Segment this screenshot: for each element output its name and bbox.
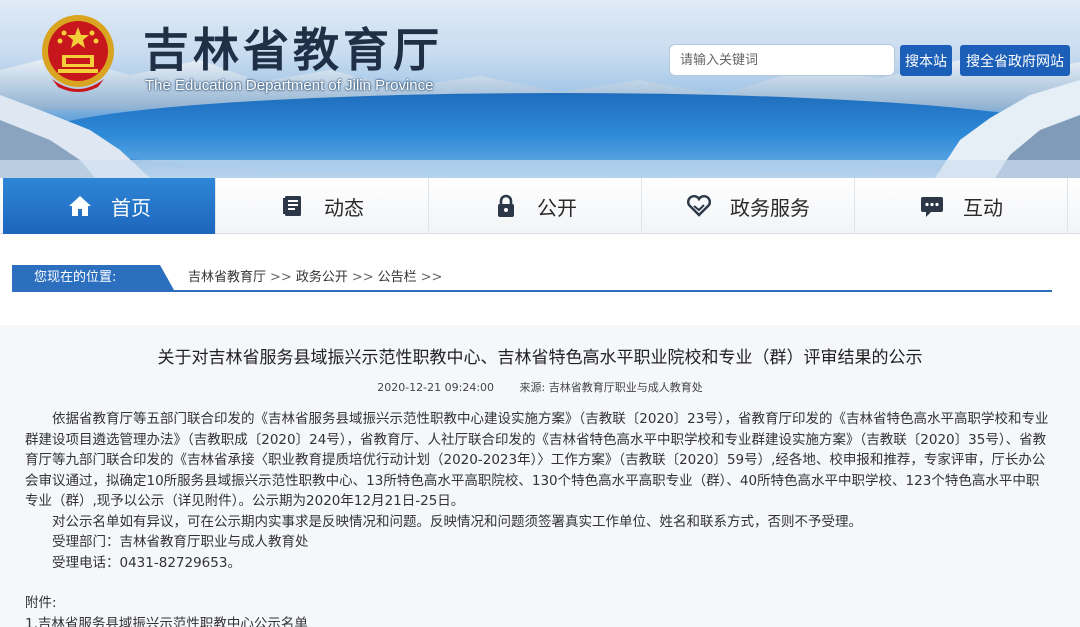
chat-icon — [921, 197, 943, 217]
attachments-label: 附件: — [25, 595, 57, 611]
breadcrumb-link-public[interactable]: 政务公开 — [296, 270, 348, 285]
search-input[interactable] — [669, 44, 895, 76]
article-paragraph: 依据省教育厅等五部门联合印发的《吉林省服务县域振兴示范性职教中心建设实施方案》（… — [25, 411, 1049, 509]
article-source: 吉林省教育厅职业与成人教育处 — [548, 381, 703, 394]
article-body: 依据省教育厅等五部门联合印发的《吉林省服务县域振兴示范性职教中心建设实施方案》（… — [25, 409, 1050, 627]
site-title: 吉林省教育厅 — [143, 23, 443, 77]
main-nav: 首页 动态 公开 政务服务 互动 — [0, 178, 1080, 234]
header-banner: 吉林省教育厅 The Education Department of Jilin… — [0, 0, 1080, 178]
breadcrumb-separator: >> — [270, 270, 292, 285]
document-icon — [283, 196, 301, 216]
nav-item-label: 互动 — [963, 195, 1003, 220]
site-subtitle: The Education Department of Jilin Provin… — [145, 77, 434, 94]
breadcrumb-link-home[interactable]: 吉林省教育厅 — [188, 270, 266, 285]
home-icon — [69, 196, 91, 216]
article-date: 2020-12-21 09:24:00 — [377, 381, 495, 394]
nav-item-public[interactable]: 公开 — [429, 178, 642, 234]
attachment-link[interactable]: 1.吉林省服务县域振兴示范性职教中心公示名单 — [25, 616, 308, 627]
lock-icon — [498, 194, 514, 217]
breadcrumb-trail: 吉林省教育厅 >> 政务公开 >> 公告栏 >> — [188, 265, 446, 290]
nav-item-news[interactable]: 动态 — [216, 178, 429, 234]
nav-item-label: 首页 — [111, 195, 151, 220]
nav-item-label: 动态 — [324, 195, 364, 220]
breadcrumb-link-notices[interactable]: 公告栏 — [378, 270, 417, 285]
search-gov-button[interactable]: 搜全省政府网站 — [960, 45, 1070, 76]
heart-hands-icon — [686, 194, 712, 217]
article-title: 关于对吉林省服务县域振兴示范性职教中心、吉林省特色高水平职业院校和专业（群）评审… — [157, 348, 923, 368]
contact-phone: 受理电话：0431-82729653。 — [52, 554, 241, 571]
nav-item-label: 公开 — [537, 195, 577, 220]
breadcrumb: 您现在的位置: 吉林省教育厅 >> 政务公开 >> 公告栏 >> — [12, 265, 1052, 292]
nav-item-interaction[interactable]: 互动 — [855, 178, 1068, 234]
breadcrumb-separator: >> — [420, 270, 443, 285]
article-meta: 2020-12-21 09:24:00 来源: 吉林省教育厅职业与成人教育处 — [0, 379, 1080, 395]
article-source-label: 来源: — [519, 381, 546, 394]
accepting-department: 受理部门：吉林省教育厅职业与成人教育处 — [52, 534, 309, 550]
nav-item-services[interactable]: 政务服务 — [642, 178, 855, 234]
breadcrumb-label: 您现在的位置: — [12, 265, 174, 290]
search-site-button[interactable]: 搜本站 — [900, 45, 952, 76]
nav-item-home[interactable]: 首页 — [3, 178, 216, 234]
breadcrumb-separator: >> — [351, 270, 374, 285]
national-emblem-logo — [42, 15, 114, 92]
nav-item-label: 政务服务 — [730, 195, 810, 220]
article-paragraph: 对公示名单如有异议，可在公示期内实事求是反映情况和问题。反映情况和问题须签署真实… — [52, 513, 862, 530]
